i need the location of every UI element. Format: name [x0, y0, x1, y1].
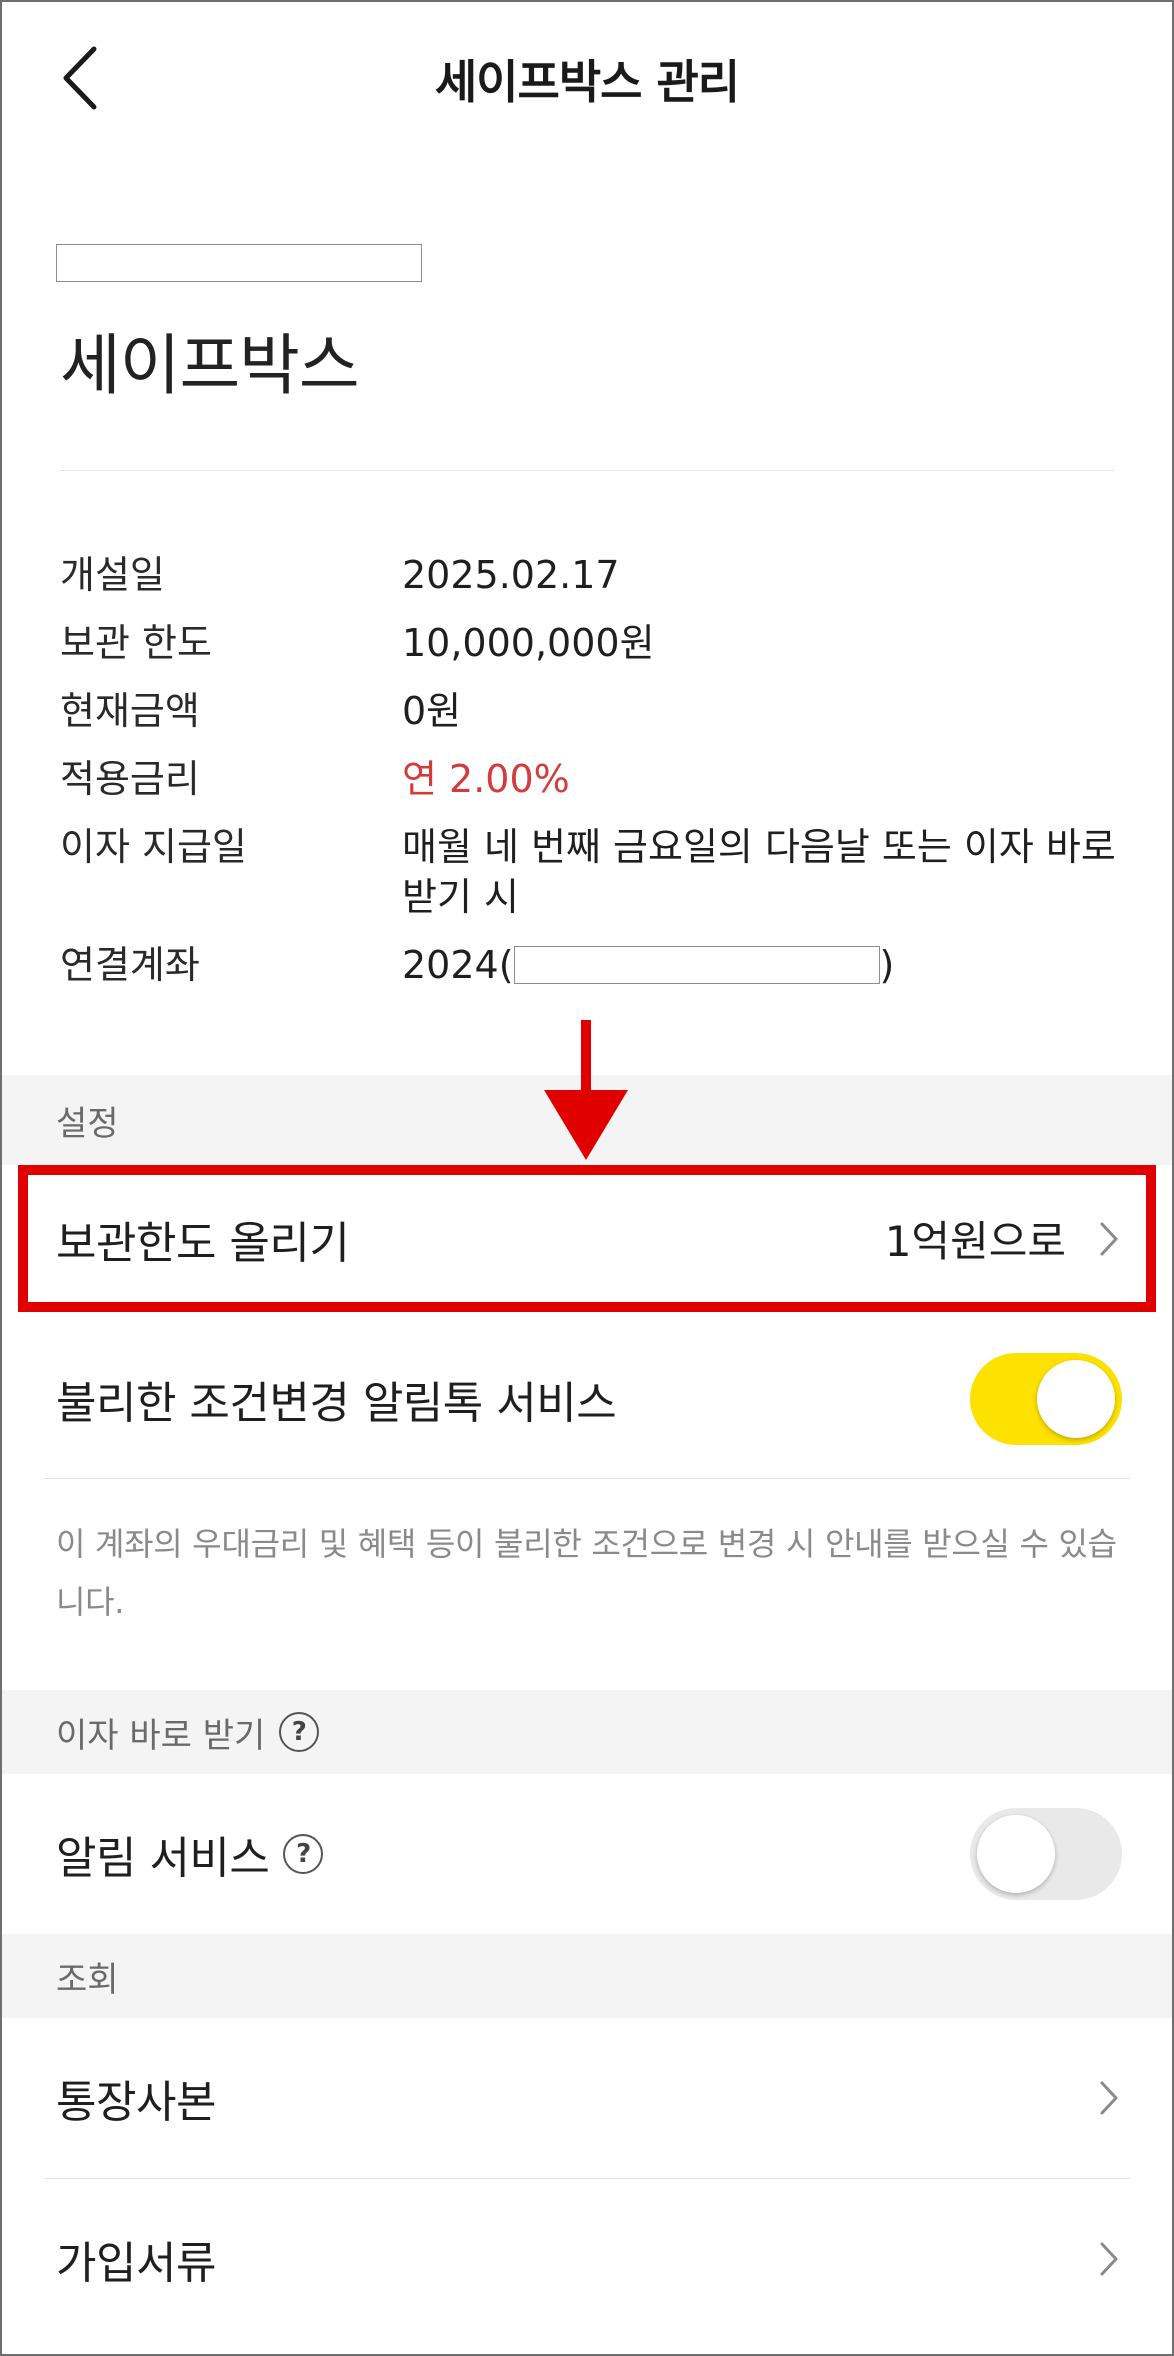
account-name: 세이프박스 — [60, 327, 360, 404]
info-label: 적용금리 — [60, 757, 200, 801]
question-circle-icon[interactable]: ? — [283, 1834, 324, 1874]
chevron-right-icon — [1096, 2076, 1122, 2120]
linked-account-value: 2024() — [402, 940, 1122, 990]
info-label: 연결계좌 — [60, 943, 200, 987]
row-right — [970, 1353, 1122, 1445]
info-value: 매월 네 번째 금요일의 다음날 또는 이자 바로 받기 시 — [402, 825, 1116, 919]
info-label: 보관 한도 — [60, 621, 212, 665]
annotation-arrow-down-icon — [544, 1020, 628, 1160]
toggle-knob — [1037, 1360, 1115, 1438]
question-circle-icon[interactable]: ? — [279, 1712, 320, 1752]
row-right — [1096, 2076, 1122, 2120]
row-right: 1억원으로 — [885, 1208, 1122, 1269]
section-title: 설정 — [56, 1103, 119, 1144]
chevron-right-icon — [1096, 1217, 1122, 1261]
chevron-right-icon — [1096, 2237, 1122, 2281]
alert-talk-note: 이 계좌의 우대금리 및 혜택 등이 불리한 조건으로 변경 시 안내를 받으실… — [56, 1525, 1117, 1621]
info-value: 0원 — [402, 689, 462, 733]
inquiry-item-bankbook-copy[interactable]: 통장사본 — [0, 2018, 1174, 2178]
info-value: 2025.02.17 — [402, 553, 620, 597]
alert-talk-toggle[interactable] — [970, 1353, 1122, 1445]
row-right — [1096, 2237, 1122, 2281]
section-title: 조회 — [56, 1959, 119, 2000]
masked-account-number — [56, 244, 422, 282]
divider — [60, 470, 1114, 471]
raise-limit-value: 1억원으로 — [884, 1217, 1066, 1266]
row-right — [970, 1808, 1122, 1900]
interest-rate-value: 연 2.00% — [402, 757, 570, 801]
row-label: 보관한도 올리기 — [56, 1217, 350, 1269]
alert-service-label: 알림 서비스 — [56, 1833, 270, 1884]
row-label: 알림 서비스 ? — [56, 1822, 324, 1886]
raise-limit-row[interactable]: 보관한도 올리기 1억원으로 — [0, 1165, 1174, 1312]
inquiry-item-signup-documents[interactable]: 가입서류 — [0, 2179, 1174, 2339]
row-label: 통장사본 — [56, 2077, 216, 2128]
info-label: 개설일 — [60, 553, 165, 597]
toggle-knob — [977, 1815, 1055, 1893]
alert-service-row: 알림 서비스 ? — [0, 1774, 1174, 1934]
info-value: 10,000,000원 — [402, 621, 655, 665]
info-label: 현재금액 — [60, 689, 200, 733]
section-header-interest-now: 이자 바로 받기 ? — [0, 1690, 1174, 1774]
row-label: 가입서류 — [56, 2238, 216, 2289]
linked-account-suffix: ) — [879, 943, 895, 987]
masked-linked-account — [513, 945, 880, 984]
section-header-inquiry: 조회 — [0, 1934, 1174, 2018]
alert-service-toggle[interactable] — [970, 1808, 1122, 1900]
alert-talk-row: 불리한 조건변경 알림톡 서비스 — [0, 1320, 1174, 1478]
divider — [44, 1478, 1130, 1479]
info-label: 이자 지급일 — [60, 825, 247, 869]
row-label: 불리한 조건변경 알림톡 서비스 — [56, 1378, 617, 1429]
section-title: 이자 바로 받기 — [56, 1715, 266, 1756]
page-title: 세이프박스 관리 — [434, 55, 740, 109]
linked-account-prefix: 2024( — [402, 943, 514, 987]
app-header: 세이프박스 관리 — [0, 0, 1174, 150]
